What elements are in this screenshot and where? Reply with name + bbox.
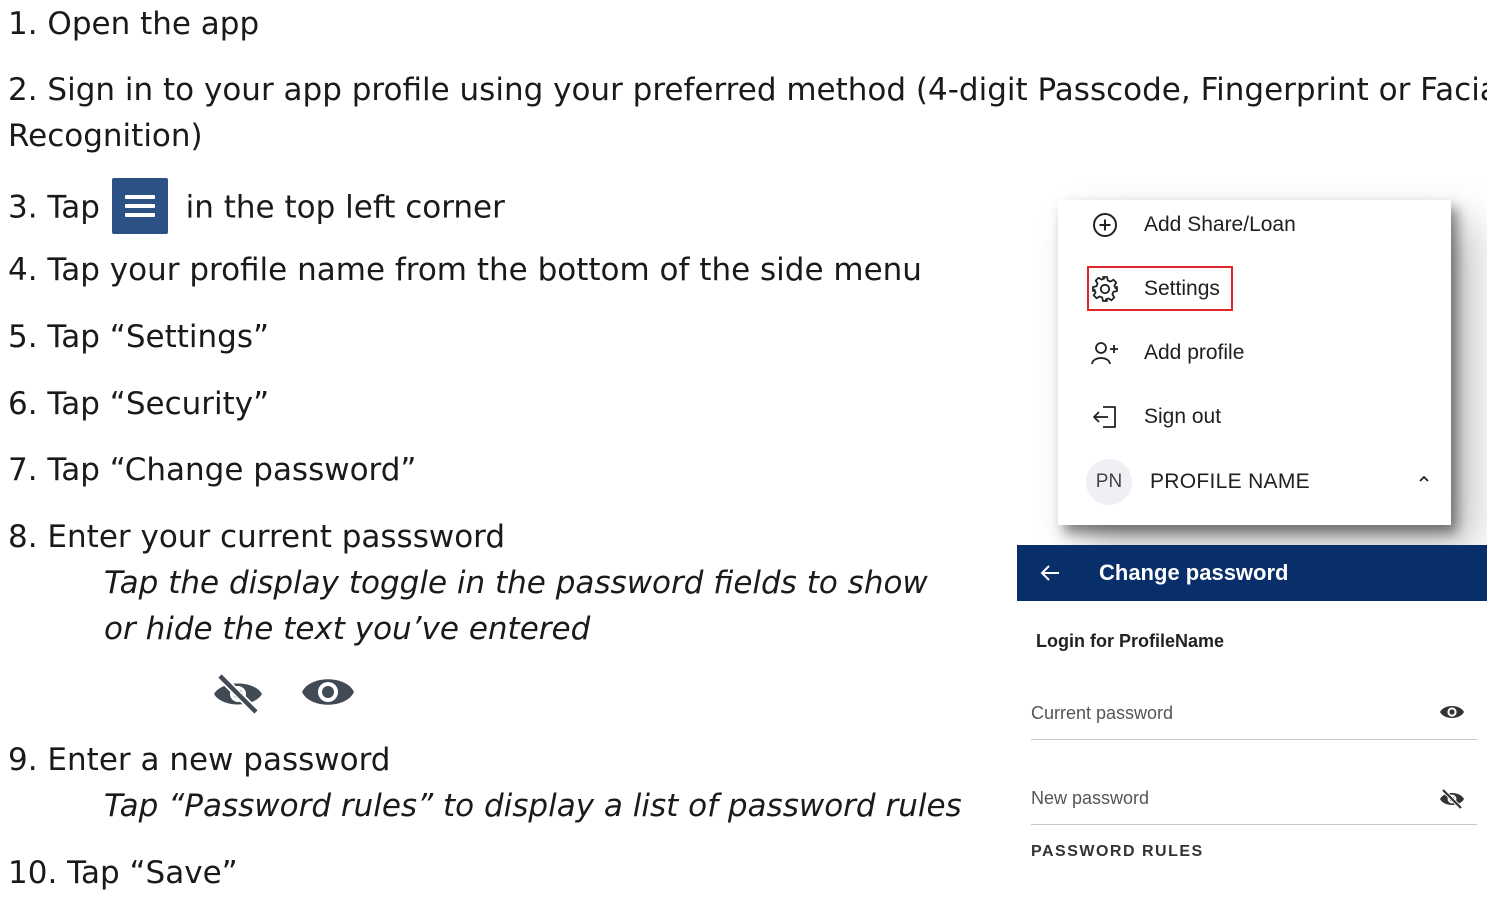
step-3-suffix: in the top left corner: [185, 189, 505, 226]
step-6: 6. Tap “Security”: [8, 386, 270, 422]
new-password-field[interactable]: New password: [1031, 774, 1477, 825]
menu-item-label: Add Share/Loan: [1144, 213, 1296, 236]
eye-off-icon[interactable]: [1439, 788, 1465, 815]
back-arrow-icon[interactable]: [1039, 562, 1061, 584]
menu-item-label: Settings: [1144, 277, 1220, 300]
password-rules-link[interactable]: PASSWORD RULES: [1031, 843, 1204, 861]
toggle-note-line-2: or hide the text you’ve entered: [104, 611, 591, 647]
page-title: Change password: [1099, 560, 1289, 585]
step-2-continued: Recognition): [8, 118, 203, 154]
step-5: 5. Tap “Settings”: [8, 319, 270, 355]
profile-name: PROFILE NAME: [1150, 470, 1310, 493]
step-8: 8. Enter your current passsword: [8, 519, 506, 555]
step-2: 2. Sign in to your app profile using you…: [8, 72, 1487, 108]
change-password-header: Change password: [1017, 545, 1487, 601]
profile-row[interactable]: PN PROFILE NAME: [1086, 458, 1436, 506]
current-password-field[interactable]: Current password: [1031, 689, 1477, 740]
current-password-label: Current password: [1031, 703, 1174, 723]
menu-item-label: Sign out: [1144, 405, 1222, 428]
toggle-note-line-1: Tap the display toggle in the password f…: [104, 565, 928, 601]
eye-icon[interactable]: [1439, 703, 1465, 726]
side-menu-screenshot: Add Share/Loan Settings Add profile Sign…: [1058, 200, 1451, 525]
sign-out-icon: [1088, 400, 1122, 434]
step-3: 3. Tap in the top left corner: [8, 178, 505, 237]
menu-item-settings[interactable]: Settings: [1088, 269, 1220, 309]
menu-item-add-profile[interactable]: Add profile: [1088, 333, 1244, 373]
hamburger-menu-icon: [111, 178, 168, 234]
menu-item-sign-out[interactable]: Sign out: [1088, 397, 1221, 437]
plus-circle-icon: [1088, 208, 1122, 242]
menu-item-add-share-loan[interactable]: Add Share/Loan: [1088, 205, 1296, 245]
eye-off-icon: [214, 673, 262, 715]
gear-icon: [1088, 272, 1122, 306]
new-password-label: New password: [1031, 788, 1150, 808]
avatar: PN: [1086, 459, 1132, 505]
menu-item-label: Add profile: [1144, 341, 1245, 364]
step-4: 4. Tap your profile name from the bottom…: [8, 252, 922, 288]
step-9: 9. Enter a new password: [8, 742, 391, 778]
add-person-icon: [1088, 336, 1122, 370]
eye-icon: [302, 679, 354, 705]
rules-note: Tap “Password rules” to display a list o…: [104, 788, 962, 824]
step-1: 1. Open the app: [8, 6, 260, 42]
login-for-label: Login for ProfileName: [1036, 631, 1225, 651]
step-3-prefix: 3. Tap: [8, 189, 100, 226]
display-toggle-icons: [212, 672, 356, 716]
change-password-screenshot: Change password Login for ProfileName Cu…: [1017, 545, 1487, 890]
chevron-up-icon[interactable]: [1416, 472, 1432, 490]
step-7: 7. Tap “Change password”: [8, 452, 417, 488]
